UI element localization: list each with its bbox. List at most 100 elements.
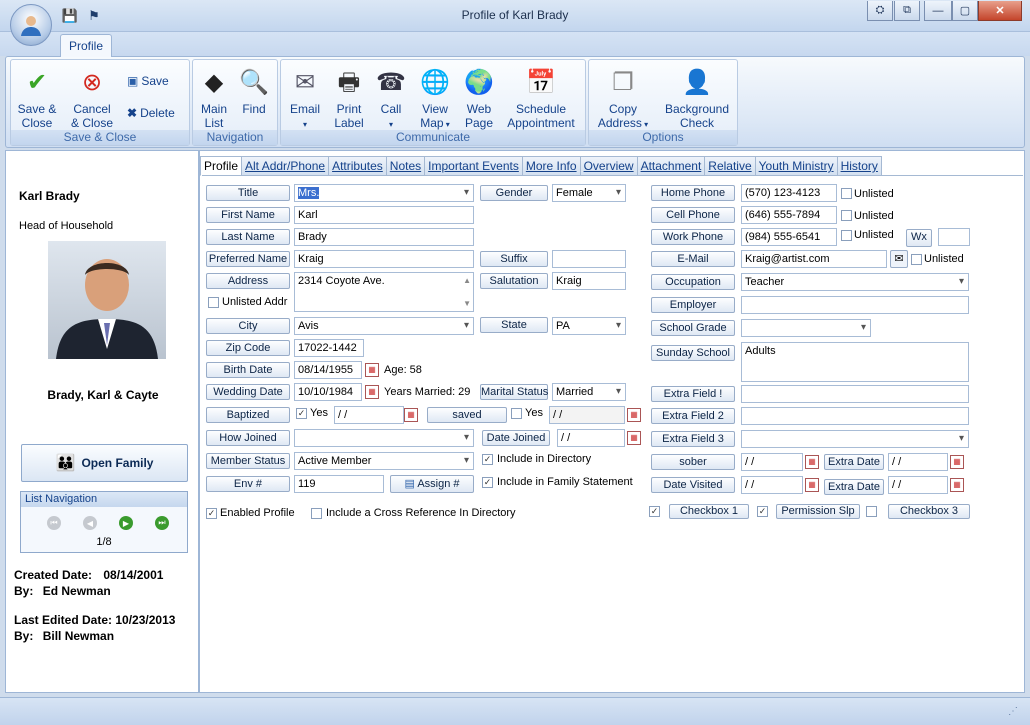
sober-date-input[interactable]: / / <box>741 453 803 471</box>
tab-youth-ministry[interactable]: Youth Ministry <box>755 156 838 176</box>
send-email-icon[interactable]: ✉ <box>890 250 908 268</box>
address-input[interactable]: 2314 Coyote Ave. ▲ ▼ <box>294 272 474 312</box>
extra-date-input[interactable]: / / <box>888 453 948 471</box>
delete-button[interactable]: ✖ Delete <box>127 106 175 120</box>
tab-important-events[interactable]: Important Events <box>425 156 523 176</box>
permission-checkbox[interactable]: ✓ <box>757 506 768 517</box>
schedule-appointment-button[interactable]: 📅 Schedule Appointment <box>503 68 579 130</box>
find-button[interactable]: 🔍 Find <box>237 68 271 116</box>
tab-profile[interactable]: Profile <box>200 156 243 176</box>
member-status-select[interactable]: Active Member <box>294 452 474 470</box>
previous-record-icon[interactable]: ◀ <box>83 516 97 530</box>
open-family-button[interactable]: 👪 Open Family <box>21 444 188 482</box>
sunday-school-input[interactable]: Adults <box>741 342 969 382</box>
email-input[interactable]: Kraig@artist.com <box>741 250 887 268</box>
extra-field-1-input[interactable] <box>741 385 969 403</box>
save-button[interactable]: ▣ Save <box>127 74 169 88</box>
tab-attributes[interactable]: Attributes <box>329 156 387 176</box>
restore-ribbon-icon[interactable]: ⧉ <box>894 1 920 21</box>
tab-relative[interactable]: Relative <box>705 156 756 176</box>
calendar-icon[interactable]: ▦ <box>805 478 819 492</box>
saved-checkbox[interactable] <box>511 408 522 419</box>
title-select[interactable]: Mrs. <box>294 184 474 202</box>
web-page-button[interactable]: 🌍 Web Page <box>461 68 497 130</box>
cell-unlisted-checkbox[interactable] <box>841 210 852 221</box>
calendar-icon[interactable]: ▦ <box>805 455 819 469</box>
calendar-icon[interactable]: ▦ <box>950 455 964 469</box>
checkbox-1[interactable]: ✓ <box>649 506 660 517</box>
include-statement-checkbox[interactable]: ✓ <box>482 477 493 488</box>
cell-phone-input[interactable]: (646) 555-7894 <box>741 206 837 224</box>
next-record-icon[interactable]: ▶ <box>119 516 133 530</box>
suffix-input[interactable] <box>552 250 626 268</box>
include-directory-checkbox[interactable]: ✓ <box>482 454 493 465</box>
birth-date-input[interactable]: 08/14/1955 <box>294 361 362 379</box>
call-button[interactable]: ☎ Call ▾ <box>373 68 409 132</box>
last-record-icon[interactable]: ⏭ <box>155 516 169 530</box>
gender-select[interactable]: Female <box>552 184 626 202</box>
email-unlisted-checkbox[interactable] <box>911 254 922 265</box>
minimize-button[interactable]: — <box>924 1 952 21</box>
work-unlisted-checkbox[interactable] <box>841 230 852 241</box>
home-phone-input[interactable]: (570) 123-4123 <box>741 184 837 202</box>
cross-reference-checkbox[interactable] <box>311 508 322 519</box>
baptized-checkbox[interactable]: ✓ <box>296 408 307 419</box>
print-label-button[interactable]: 🖶 Print Label <box>329 68 369 130</box>
home-unlisted-checkbox[interactable] <box>841 188 852 199</box>
unlisted-addr-checkbox[interactable] <box>208 297 219 308</box>
calendar-icon[interactable]: ▦ <box>404 408 418 422</box>
help-icon[interactable]: ⛭ <box>867 1 893 21</box>
work-phone-input[interactable]: (984) 555-6541 <box>741 228 837 246</box>
background-check-button[interactable]: 👤 Background Check <box>661 68 733 130</box>
calendar-icon[interactable]: ▦ <box>365 385 379 399</box>
checkbox-3[interactable] <box>866 506 877 517</box>
env-input[interactable]: 119 <box>294 475 384 493</box>
save-close-button[interactable]: ✔ Save & Close <box>17 68 57 130</box>
state-select[interactable]: PA <box>552 317 626 335</box>
tab-overview[interactable]: Overview <box>580 156 638 176</box>
tab-history[interactable]: History <box>837 156 882 176</box>
marital-status-select[interactable]: Married <box>552 383 626 401</box>
resize-grip-icon[interactable]: ⋰ <box>1008 706 1018 717</box>
ribbon-tab-profile[interactable]: Profile <box>60 34 112 57</box>
close-button[interactable]: ✕ <box>978 1 1022 21</box>
tab-alt-addr-phone[interactable]: Alt Addr/Phone <box>242 156 330 176</box>
wedding-date-input[interactable]: 10/10/1984 <box>294 383 362 401</box>
first-name-input[interactable]: Karl <box>294 206 474 224</box>
app-menu-button[interactable] <box>10 4 52 46</box>
salutation-input[interactable]: Kraig <box>552 272 626 290</box>
occupation-select[interactable]: Teacher <box>741 273 969 291</box>
email-button[interactable]: ✉ Email ▾ <box>285 68 325 132</box>
baptized-date-input[interactable]: / / <box>334 406 404 424</box>
calendar-icon[interactable]: ▦ <box>627 431 641 445</box>
preferred-name-input[interactable]: Kraig <box>294 250 474 268</box>
saved-date-input[interactable]: / / <box>549 406 625 424</box>
tab-attachment[interactable]: Attachment <box>637 156 706 176</box>
tab-notes[interactable]: Notes <box>386 156 426 176</box>
maximize-button[interactable]: ▢ <box>952 1 978 21</box>
wedding-date-label: Wedding Date <box>206 384 290 400</box>
extra-field-3-select[interactable] <box>741 430 969 448</box>
last-name-input[interactable]: Brady <box>294 228 474 246</box>
calendar-icon[interactable]: ▦ <box>627 408 641 422</box>
city-select[interactable]: Avis <box>294 317 474 335</box>
date-joined-input[interactable]: / / <box>557 429 625 447</box>
employer-input[interactable] <box>741 296 969 314</box>
calendar-icon[interactable]: ▦ <box>950 478 964 492</box>
tab-more-info[interactable]: More Info <box>522 156 581 176</box>
calendar-icon[interactable]: ▦ <box>365 363 379 377</box>
assign-button[interactable]: ▤ Assign # <box>390 475 474 493</box>
view-map-button[interactable]: 🌐 View Map ▾ <box>415 68 455 132</box>
cancel-close-button[interactable]: ⊗ Cancel & Close <box>69 68 115 130</box>
copy-address-button[interactable]: ❐ Copy Address ▾ <box>593 68 653 132</box>
main-list-button[interactable]: ◆ Main List <box>197 68 231 130</box>
school-grade-select[interactable] <box>741 319 871 337</box>
first-record-icon[interactable]: ⏮ <box>47 516 61 530</box>
date-visited-input[interactable]: / / <box>741 476 803 494</box>
wx-input[interactable] <box>938 228 970 246</box>
how-joined-select[interactable] <box>294 429 474 447</box>
extra-date-2-input[interactable]: / / <box>888 476 948 494</box>
zip-code-input[interactable]: 17022-1442 <box>294 339 364 357</box>
extra-field-2-input[interactable] <box>741 407 969 425</box>
enabled-profile-checkbox[interactable]: ✓ <box>206 508 217 519</box>
